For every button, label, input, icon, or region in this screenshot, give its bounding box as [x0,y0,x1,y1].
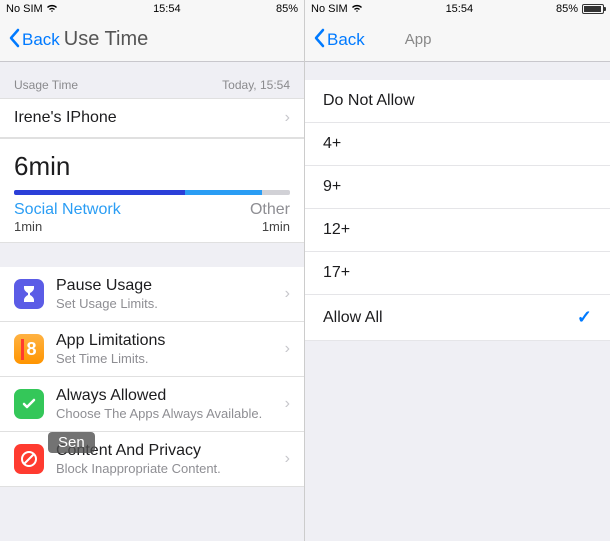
option-do-not-allow[interactable]: Do Not Allow [305,80,610,123]
back-label: Back [22,30,60,50]
category-social-label: Social Network [14,201,121,219]
option-label: 9+ [323,178,341,196]
option-allow-all[interactable]: Allow All ✓ [305,295,610,341]
checkmark-icon: ✓ [577,307,592,328]
back-label: Back [327,30,365,50]
status-bar: No SIM 15:54 85% [0,0,304,18]
hourglass-icon [14,279,44,309]
menu-subtitle: Block Inappropriate Content. [56,461,273,476]
menu-subtitle: Set Time Limits. [56,351,273,366]
status-bar: No SIM 15:54 85% [305,0,610,18]
section-label: Usage Time [14,78,78,92]
category-other-time: 1min [262,219,290,234]
menu-title: App Limitations [56,332,273,350]
option-label: 17+ [323,264,350,282]
carrier-text: No SIM [6,3,43,15]
rating-options-list: Do Not Allow 4+ 9+ 12+ 17+ Allow All ✓ [305,80,610,341]
nav-bar: Back App [305,18,610,62]
option-9plus[interactable]: 9+ [305,166,610,209]
chevron-right-icon: › [285,285,290,303]
option-label: Allow All [323,309,383,327]
chevron-left-icon [8,28,20,52]
category-social-time: 1min [14,219,42,234]
option-4plus[interactable]: 4+ [305,123,610,166]
category-other-label: Other [250,201,290,219]
usage-summary[interactable]: 6min Social Network Other 1min 1min [0,138,304,243]
chevron-right-icon: › [285,450,290,468]
back-button[interactable]: Back [8,28,60,52]
section-header: Usage Time Today, 15:54 [0,62,304,98]
prohibit-icon [14,444,44,474]
menu-subtitle: Set Usage Limits. [56,296,273,311]
menu-title: Pause Usage [56,277,273,295]
nav-bar: Back Use Time [0,18,304,62]
section-timestamp: Today, 15:54 [222,78,290,92]
chevron-right-icon: › [285,395,290,413]
chevron-left-icon [313,28,325,52]
number-icon: 8 [14,334,44,364]
option-label: 4+ [323,135,341,153]
wifi-icon [46,3,58,16]
battery-text: 85% [556,3,578,15]
carrier-text: No SIM [311,3,348,15]
usage-bar [14,190,290,195]
device-name: Irene's IPhone [14,109,117,127]
check-icon [14,389,44,419]
chevron-right-icon: › [285,109,290,127]
menu-subtitle: Choose The Apps Always Available. [56,406,273,421]
total-time: 6min [14,151,290,182]
chevron-right-icon: › [285,340,290,358]
menu-content-privacy[interactable]: Content And Privacy Block Inappropriate … [0,432,304,487]
nav-title: Use Time [64,28,148,51]
battery-icon [582,4,604,14]
back-button[interactable]: Back [313,28,365,52]
status-time: 15:54 [446,3,474,15]
menu-app-limitations[interactable]: 8 App Limitations Set Time Limits. › [0,322,304,377]
wifi-icon [351,3,363,16]
option-17plus[interactable]: 17+ [305,252,610,295]
menu-always-allowed[interactable]: Always Allowed Choose The Apps Always Av… [0,377,304,432]
option-12plus[interactable]: 12+ [305,209,610,252]
option-label: 12+ [323,221,350,239]
menu-title: Always Allowed [56,387,273,405]
menu-pause-usage[interactable]: Pause Usage Set Usage Limits. › [0,267,304,322]
status-time: 15:54 [153,3,181,15]
nav-title: App [405,31,432,48]
send-overlay: Sen [48,432,95,453]
option-label: Do Not Allow [323,92,415,110]
battery-text: 85% [276,3,298,15]
device-row[interactable]: Irene's IPhone › [0,98,304,138]
